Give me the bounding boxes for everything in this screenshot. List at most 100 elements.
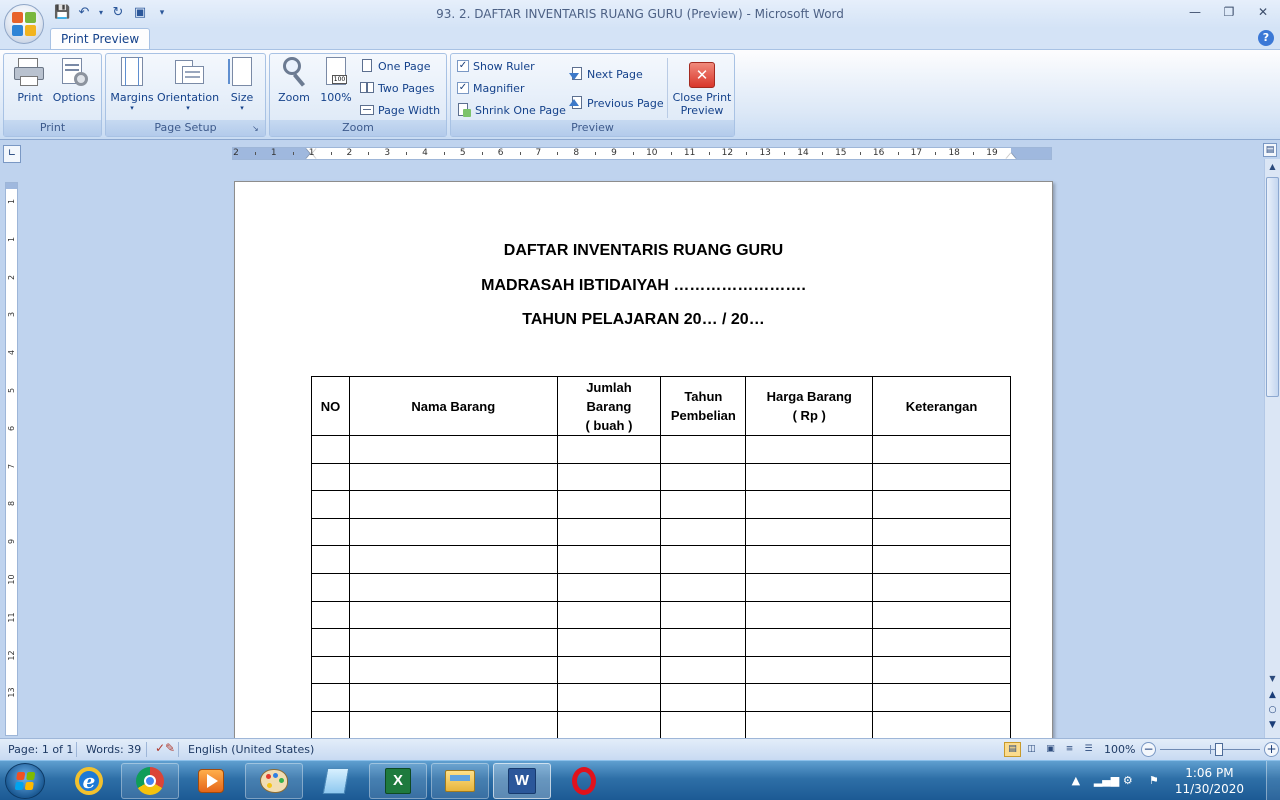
notepad-taskbar-button[interactable] [307, 763, 365, 799]
volume-flag-icon[interactable]: ⚑ [1146, 773, 1162, 789]
table-cell[interactable] [660, 628, 747, 657]
proofing-status-icon[interactable]: ✓✎ [155, 741, 175, 755]
table-cell[interactable] [660, 462, 747, 492]
table-cell[interactable] [556, 545, 662, 574]
margins-button[interactable]: Margins ▾ [110, 56, 154, 112]
scroll-up-arrow-icon[interactable]: ▲ [1265, 159, 1280, 174]
orientation-button[interactable]: Orientation ▾ [156, 56, 220, 112]
language-status[interactable]: English (United States) [188, 743, 314, 756]
opera-taskbar-button[interactable] [555, 763, 613, 799]
table-cell[interactable] [660, 683, 747, 712]
table-cell[interactable] [660, 517, 747, 547]
page-count-status[interactable]: Page: 1 of 1 [8, 743, 73, 756]
show-hidden-icons-icon[interactable]: ▲ [1068, 773, 1084, 789]
minimize-button[interactable]: — [1178, 0, 1212, 24]
zoom-button[interactable]: Zoom [274, 56, 314, 104]
table-cell[interactable] [311, 655, 350, 685]
table-cell[interactable] [311, 572, 350, 602]
table-cell[interactable] [660, 545, 747, 574]
table-cell[interactable] [556, 600, 662, 630]
next-page-button[interactable]: Next Page [569, 64, 643, 84]
help-icon[interactable]: ? [1258, 30, 1274, 46]
table-cell[interactable] [745, 628, 874, 657]
table-cell[interactable] [872, 517, 1011, 547]
office-button[interactable] [4, 4, 44, 44]
view-ruler-toggle-icon[interactable]: ▤ [1263, 143, 1277, 157]
table-cell[interactable] [348, 600, 558, 630]
table-cell[interactable] [556, 628, 662, 657]
table-cell[interactable] [311, 710, 350, 738]
table-cell[interactable] [745, 545, 874, 574]
table-cell[interactable] [556, 435, 662, 464]
table-cell[interactable] [745, 600, 874, 630]
right-indent-handle[interactable] [1006, 153, 1016, 159]
file-explorer-taskbar-button[interactable] [431, 763, 489, 799]
start-button[interactable] [5, 763, 45, 799]
table-cell[interactable] [311, 600, 350, 630]
table-cell[interactable] [556, 710, 662, 738]
zoom-level-status[interactable]: 100% [1104, 743, 1135, 756]
table-cell[interactable] [348, 490, 558, 519]
table-cell[interactable] [745, 572, 874, 602]
zoom-100-button[interactable]: 100 100% [316, 56, 356, 104]
table-cell[interactable] [872, 435, 1011, 464]
table-cell[interactable] [348, 710, 558, 738]
table-cell[interactable] [745, 435, 874, 464]
action-center-icon[interactable]: ⚙ [1120, 773, 1136, 789]
table-cell[interactable] [311, 435, 350, 464]
magnifier-checkbox[interactable]: ✓ Magnifier [457, 78, 524, 98]
close-print-preview-button[interactable]: ✕ Close Print Preview [671, 56, 733, 117]
options-button[interactable]: Options [52, 56, 96, 104]
previous-page-button[interactable]: Previous Page [569, 93, 664, 113]
horizontal-ruler[interactable]: 2 1 1 2 3 4 5 6 7 8 9 10 11 12 13 14 15 16 17 18 19 [232, 147, 1052, 160]
table-cell[interactable] [745, 462, 874, 492]
table-cell[interactable] [348, 462, 558, 492]
full-screen-reading-view-icon[interactable]: ◫ [1023, 742, 1040, 757]
print-button[interactable]: Print [10, 56, 50, 104]
zoom-slider[interactable] [1160, 742, 1260, 757]
table-cell[interactable] [311, 517, 350, 547]
table-cell[interactable] [556, 462, 662, 492]
tab-selector-button[interactable]: ∟ [3, 145, 21, 163]
network-signal-icon[interactable]: ▂▄▆ [1094, 773, 1119, 789]
table-cell[interactable] [311, 683, 350, 712]
table-cell[interactable] [745, 710, 874, 738]
table-cell[interactable] [745, 517, 874, 547]
table-cell[interactable] [660, 572, 747, 602]
table-cell[interactable] [745, 655, 874, 685]
table-cell[interactable] [348, 572, 558, 602]
close-window-button[interactable]: ✕ [1246, 0, 1280, 24]
zoom-in-icon[interactable]: + [1264, 742, 1279, 757]
table-cell[interactable] [348, 545, 558, 574]
zoom-out-icon[interactable]: − [1141, 742, 1156, 757]
media-player-taskbar-button[interactable] [182, 763, 240, 799]
draft-view-icon[interactable]: ☰ [1080, 742, 1097, 757]
table-cell[interactable] [872, 655, 1011, 685]
show-desktop-button[interactable] [1266, 761, 1280, 800]
vertical-ruler[interactable]: 1 1 2 3 4 5 6 7 8 9 10 11 12 13 [5, 182, 18, 736]
table-cell[interactable] [660, 435, 747, 464]
vertical-scrollbar[interactable]: ▲ ▼ ▲ ○ ▼ [1264, 159, 1280, 738]
show-ruler-checkbox[interactable]: ✓ Show Ruler [457, 56, 535, 76]
table-cell[interactable] [311, 462, 350, 492]
table-cell[interactable] [311, 545, 350, 574]
table-cell[interactable] [556, 490, 662, 519]
table-cell[interactable] [872, 628, 1011, 657]
table-cell[interactable] [348, 517, 558, 547]
scroll-down-arrow-icon[interactable]: ▼ [1265, 671, 1280, 686]
paint-taskbar-button[interactable] [245, 763, 303, 799]
table-cell[interactable] [872, 490, 1011, 519]
document-page[interactable]: DAFTAR INVENTARIS RUANG GURU MADRASAH IB… [234, 181, 1053, 738]
table-cell[interactable] [872, 572, 1011, 602]
internet-explorer-taskbar-button[interactable]: e [60, 763, 118, 799]
maximize-button[interactable]: ❐ [1212, 0, 1246, 24]
table-cell[interactable] [872, 462, 1011, 492]
print-layout-view-icon[interactable]: ▤ [1004, 742, 1021, 757]
table-cell[interactable] [348, 628, 558, 657]
chrome-taskbar-button[interactable] [121, 763, 179, 799]
one-page-button[interactable]: One Page [360, 56, 431, 76]
table-cell[interactable] [556, 517, 662, 547]
table-cell[interactable] [872, 710, 1011, 738]
web-layout-view-icon[interactable]: ▣ [1042, 742, 1059, 757]
excel-taskbar-button[interactable]: X [369, 763, 427, 799]
